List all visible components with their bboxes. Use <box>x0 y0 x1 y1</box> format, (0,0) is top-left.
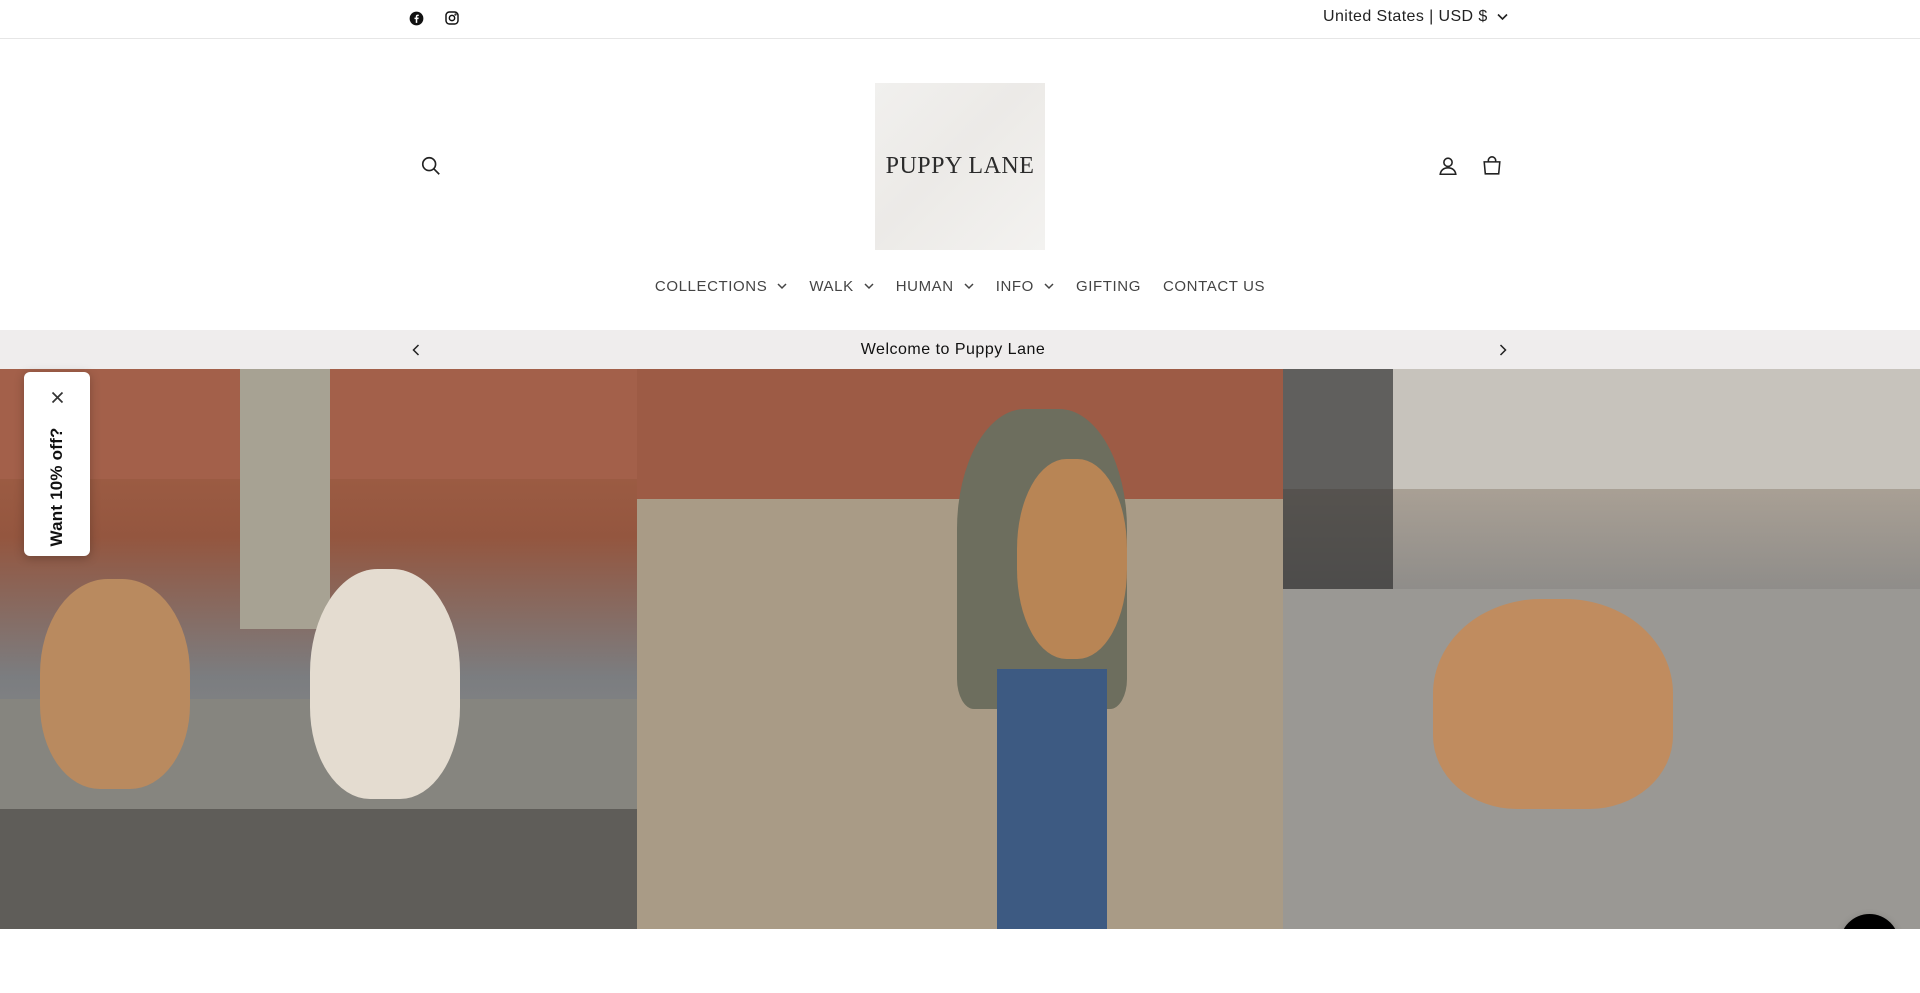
currency-label: United States | USD $ <box>1323 8 1488 25</box>
chevron-down-icon <box>864 283 874 290</box>
announcement-bar: Welcome to Puppy Lane <box>0 330 1920 369</box>
search-icon[interactable] <box>417 152 445 180</box>
nav-item-human[interactable]: HUMAN <box>885 278 985 295</box>
hero-image-person-holding-dog <box>637 369 1283 929</box>
nav-label: COLLECTIONS <box>654 278 768 295</box>
chevron-down-icon <box>1044 283 1054 290</box>
discount-tab[interactable]: Want 10% off? <box>24 372 90 556</box>
nav-label: CONTACT US <box>1162 278 1266 295</box>
page-body-below-hero <box>0 929 1920 993</box>
hero-collage <box>0 369 1920 929</box>
nav-item-gifting[interactable]: GIFTING <box>1065 278 1152 295</box>
discount-tab-label: Want 10% off? <box>47 427 66 547</box>
utility-bar: United States | USD $ <box>0 0 1920 39</box>
facebook-icon[interactable] <box>407 9 425 27</box>
nav-item-walk[interactable]: WALK <box>798 278 884 295</box>
logo[interactable]: PUPPY LANE <box>875 83 1045 250</box>
chevron-down-icon <box>777 283 787 290</box>
nav-label: WALK <box>809 278 854 295</box>
currency-selector[interactable]: United States | USD $ <box>1323 8 1508 26</box>
user-icon[interactable] <box>1434 152 1462 180</box>
nav-item-collections[interactable]: COLLECTIONS <box>644 278 798 295</box>
announcement-text: Welcome to Puppy Lane <box>860 341 1046 358</box>
main-nav: COLLECTIONS WALK HUMAN INFO GIFTING CONT… <box>0 278 1920 295</box>
chevron-down-icon <box>964 283 974 290</box>
nav-item-info[interactable]: INFO <box>985 278 1065 295</box>
logo-text: PUPPY LANE <box>885 153 1035 179</box>
nav-label: INFO <box>995 278 1034 295</box>
shopping-bag-icon[interactable] <box>1478 152 1506 180</box>
nav-label: HUMAN <box>895 278 954 295</box>
hero-image-dog-lying <box>1283 369 1920 929</box>
instagram-icon[interactable] <box>443 9 461 27</box>
nav-item-contact-us[interactable]: CONTACT US <box>1152 278 1276 295</box>
site-header: PUPPY LANE COLLECTIONS WALK HUMAN INFO G… <box>0 40 1920 330</box>
chevron-right-icon[interactable] <box>1495 342 1511 358</box>
hero-image-dogs-sitting <box>0 369 637 929</box>
nav-label: GIFTING <box>1075 278 1141 295</box>
chevron-down-icon <box>1497 8 1508 26</box>
close-icon[interactable] <box>48 388 66 406</box>
